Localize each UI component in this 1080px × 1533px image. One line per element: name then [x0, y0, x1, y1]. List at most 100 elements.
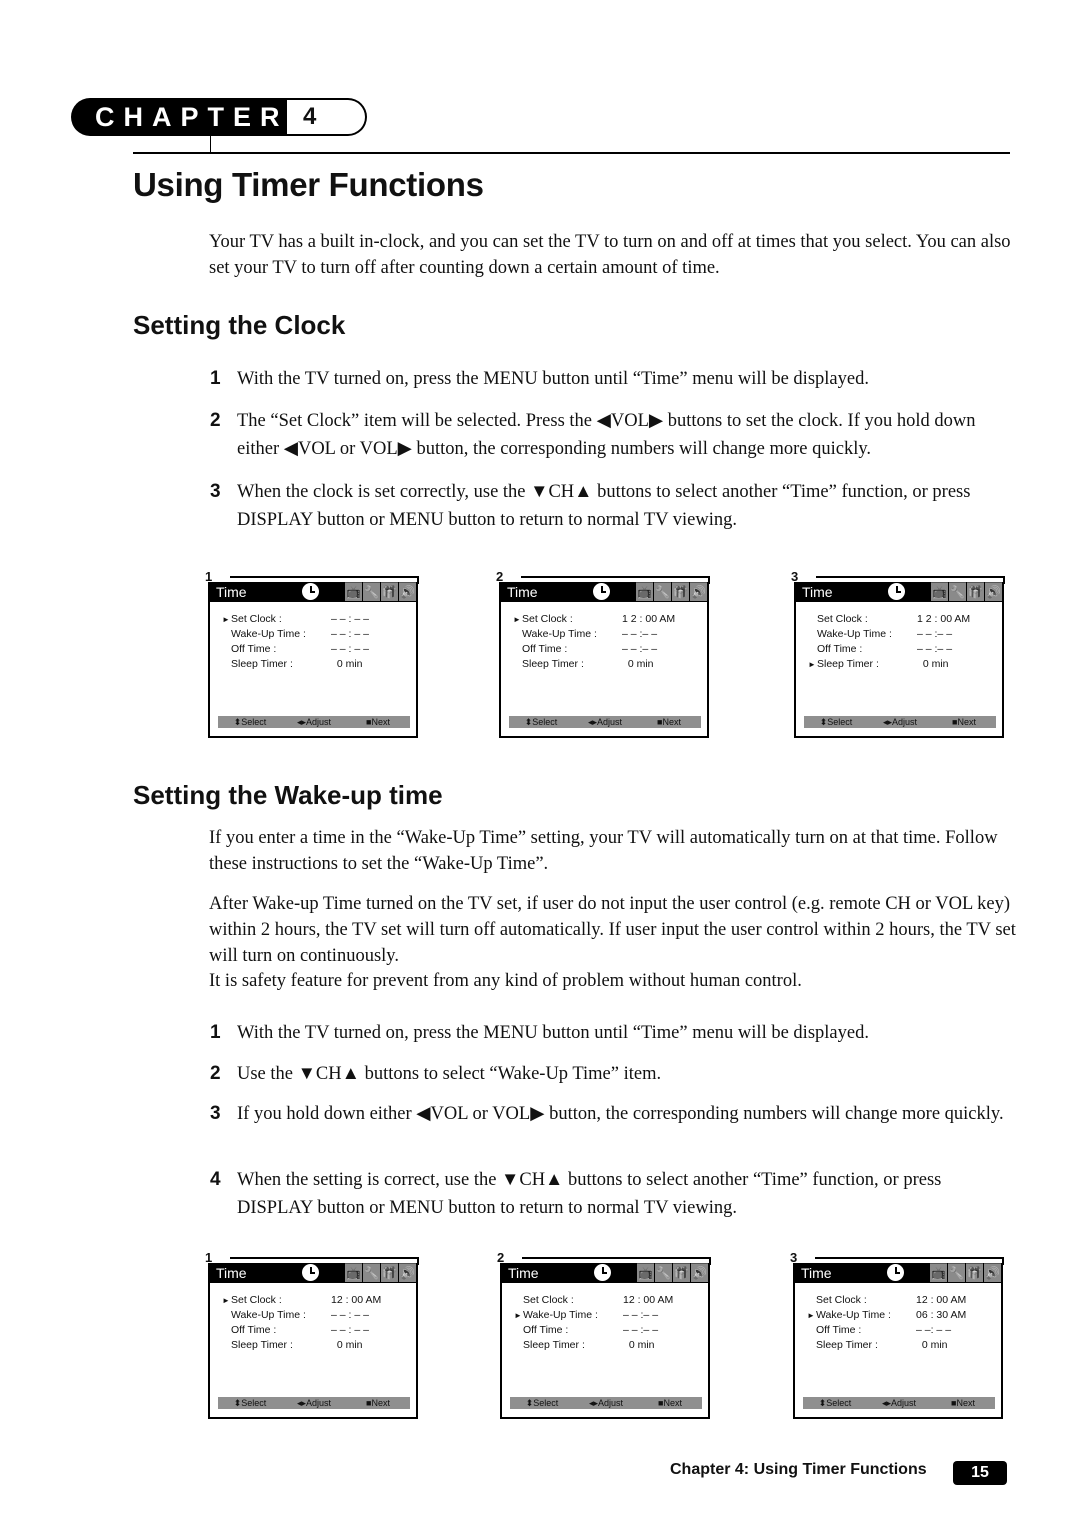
step-text: The “Set Clock” item will be selected. P…: [237, 411, 976, 459]
osd-title: Time: [802, 584, 833, 600]
menu-item[interactable]: Sleep Timer : 0 min: [222, 1338, 412, 1353]
speaker-icon: 🔊: [984, 1263, 1001, 1282]
osd-header: Time 📺 🔧 🎁 🔊: [210, 1263, 416, 1283]
menu-item[interactable]: Off Time : – – :– –: [808, 642, 998, 657]
menu-item[interactable]: Sleep Timer : 0 min: [513, 657, 703, 672]
osd-header: Time 📺 🔧 🎁 🔊: [501, 582, 707, 602]
pointer-icon: ►: [808, 660, 816, 669]
menu-item[interactable]: ► Wake-Up Time : 06 : 30 AM: [807, 1308, 997, 1323]
menu-item[interactable]: Wake-Up Time : – – :– –: [808, 627, 998, 642]
menu-item-label: Off Time :: [231, 643, 277, 655]
clock-step: 1 With the TV turned on, press the MENU …: [210, 365, 1010, 393]
menu-item[interactable]: Wake-Up Time : – – : – –: [222, 1308, 412, 1323]
speaker-icon: 🔊: [399, 1263, 416, 1282]
chapter-rule-divider: [133, 152, 1010, 154]
menu-item[interactable]: Sleep Timer : 0 min: [222, 657, 412, 672]
step-text: If you hold down either ◀VOL or VOL▶ but…: [237, 1104, 1004, 1124]
pointer-icon: ►: [513, 615, 521, 624]
gift-icon: 🎁: [966, 1263, 983, 1282]
menu-item[interactable]: ► Set Clock : 1 2 : 00 AM: [513, 612, 703, 627]
menu-item[interactable]: Wake-Up Time : – – : – –: [222, 627, 412, 642]
menu-item[interactable]: ► Set Clock : 12 : 00 AM: [222, 1293, 412, 1308]
menu-item-value: 1 2 : 00 AM: [917, 613, 971, 625]
tv-icon: 📺: [345, 582, 362, 601]
menu-item-label: Wake-Up Time :: [231, 1309, 306, 1321]
pointer-icon: [514, 1323, 523, 1338]
osd-frame: Time 📺 🔧 🎁 🔊 ► Set Clock : – – : – – Wake-Up T…: [208, 582, 418, 738]
menu-item[interactable]: ► Sleep Timer : 0 min: [808, 657, 998, 672]
speaker-icon: 🔊: [690, 582, 707, 601]
pointer-icon: [807, 1338, 816, 1353]
menu-item-label: Sleep Timer :: [523, 1339, 585, 1351]
menu-item-label: Sleep Timer :: [231, 658, 293, 670]
menu-item-value: 0 min: [331, 1339, 363, 1351]
menu-item-label: Sleep Timer :: [816, 1339, 878, 1351]
menu-item-value: 0 min: [916, 1339, 948, 1351]
select-hint: ⬍Select: [818, 1398, 852, 1408]
step-number: 1: [210, 1022, 221, 1043]
footer-chapter-title: Chapter 4: Using Timer Functions: [670, 1461, 927, 1478]
osd-menu: Set Clock : 12 : 00 AM ► Wake-Up Time : – – …: [514, 1293, 704, 1353]
osd-screen: 3 Time 📺 🔧 🎁 🔊 Set Clock :12 : 00 AM ► Wake-U…: [790, 1251, 1004, 1423]
next-hint: ■Next: [951, 1398, 975, 1408]
pointer-icon: [513, 642, 522, 657]
speaker-icon: 🔊: [399, 582, 416, 601]
osd-menu: ► Set Clock : 12 : 00 AM Wake-Up Time : – – …: [222, 1293, 412, 1353]
pointer-icon: [222, 1323, 231, 1338]
pointer-icon: [808, 612, 817, 627]
pointer-icon: [514, 1293, 523, 1308]
osd-title: Time: [216, 1265, 247, 1281]
menu-item[interactable]: Off Time : – –: – –: [807, 1323, 997, 1338]
osd-screen: 1 Time 📺 🔧 🎁 🔊 ► Set Clock : – – : – – Wake-Up…: [205, 570, 419, 742]
osd-frame: Time 📺 🔧 🎁 🔊 Set Clock : 1 2 : 00 AM Wake-Up …: [794, 582, 1004, 738]
menu-item[interactable]: Sleep Timer : 0 min: [514, 1338, 704, 1353]
menu-item-label: Wake-Up Time :: [522, 628, 597, 640]
osd-footer-bar: ⬍Select ◂▸Adjust ■Next: [803, 1397, 995, 1409]
pointer-icon: [222, 1308, 231, 1323]
wakeup-paragraph: It is safety feature for prevent from an…: [209, 971, 802, 991]
osd-tabs: 📺 🔧 🎁 🔊: [635, 582, 707, 602]
next-hint: ■Next: [366, 717, 390, 727]
next-hint: ■Next: [658, 1398, 682, 1408]
osd-tabs: 📺 🔧 🎁 🔊: [344, 1263, 416, 1283]
menu-item[interactable]: Set Clock : 1 2 : 00 AM: [808, 612, 998, 627]
menu-item[interactable]: Off Time : – – :– –: [514, 1323, 704, 1338]
wrench-icon: 🔧: [949, 582, 966, 601]
step-number: 1: [210, 368, 221, 389]
clock-icon: [887, 1264, 904, 1281]
osd-title: Time: [507, 584, 538, 600]
clock-icon: [302, 1264, 319, 1281]
menu-item[interactable]: Set Clock : 12 : 00 AM: [514, 1293, 704, 1308]
tv-icon: 📺: [931, 582, 948, 601]
adjust-hint: ◂▸Adjust: [296, 1398, 332, 1408]
section-heading-clock: Setting the Clock: [133, 310, 346, 340]
menu-item[interactable]: ► Wake-Up Time : – – :– –: [514, 1308, 704, 1323]
menu-item[interactable]: Off Time : – – : – –: [222, 642, 412, 657]
screen-top-rule: [521, 576, 710, 578]
wakeup-paragraph: After Wake-up Time turned on the TV set,…: [209, 894, 1016, 966]
menu-item-label: Set Clock :: [817, 613, 868, 625]
wakeup-step: 2 Use the ▼CH▲ buttons to select “Wake-U…: [210, 1060, 1010, 1088]
menu-item-label: Set Clock :: [523, 1294, 574, 1306]
select-hint: ⬍Select: [524, 717, 558, 727]
chapter-tab: CHAPTER 4: [71, 98, 367, 136]
step-text: With the TV turned on, press the MENU bu…: [237, 1023, 869, 1043]
wrench-icon: 🔧: [363, 582, 380, 601]
menu-item[interactable]: Sleep Timer : 0 min: [807, 1338, 997, 1353]
menu-item[interactable]: Set Clock : 12 : 00 AM: [807, 1293, 997, 1308]
wrench-icon: 🔧: [363, 1263, 380, 1282]
menu-item-value: – –: – –: [916, 1324, 952, 1336]
pointer-icon: ►: [807, 1311, 815, 1320]
intro-paragraph: Your TV has a built in-clock, and you ca…: [209, 232, 1011, 278]
menu-item[interactable]: Off Time : – – : – –: [222, 1323, 412, 1338]
menu-item-label: Wake-Up Time :: [817, 628, 892, 640]
next-hint: ■Next: [952, 717, 976, 727]
menu-item[interactable]: ► Set Clock : – – : – –: [222, 612, 412, 627]
osd-footer-bar: ⬍Select ◂▸Adjust ■Next: [804, 716, 996, 728]
menu-item-value: – – :– –: [917, 643, 953, 655]
menu-item[interactable]: Wake-Up Time : – – :– –: [513, 627, 703, 642]
menu-item[interactable]: Off Time : – – :– –: [513, 642, 703, 657]
adjust-hint: ◂▸Adjust: [882, 717, 918, 727]
next-hint: ■Next: [366, 1398, 390, 1408]
menu-item-label: Off Time :: [817, 643, 863, 655]
